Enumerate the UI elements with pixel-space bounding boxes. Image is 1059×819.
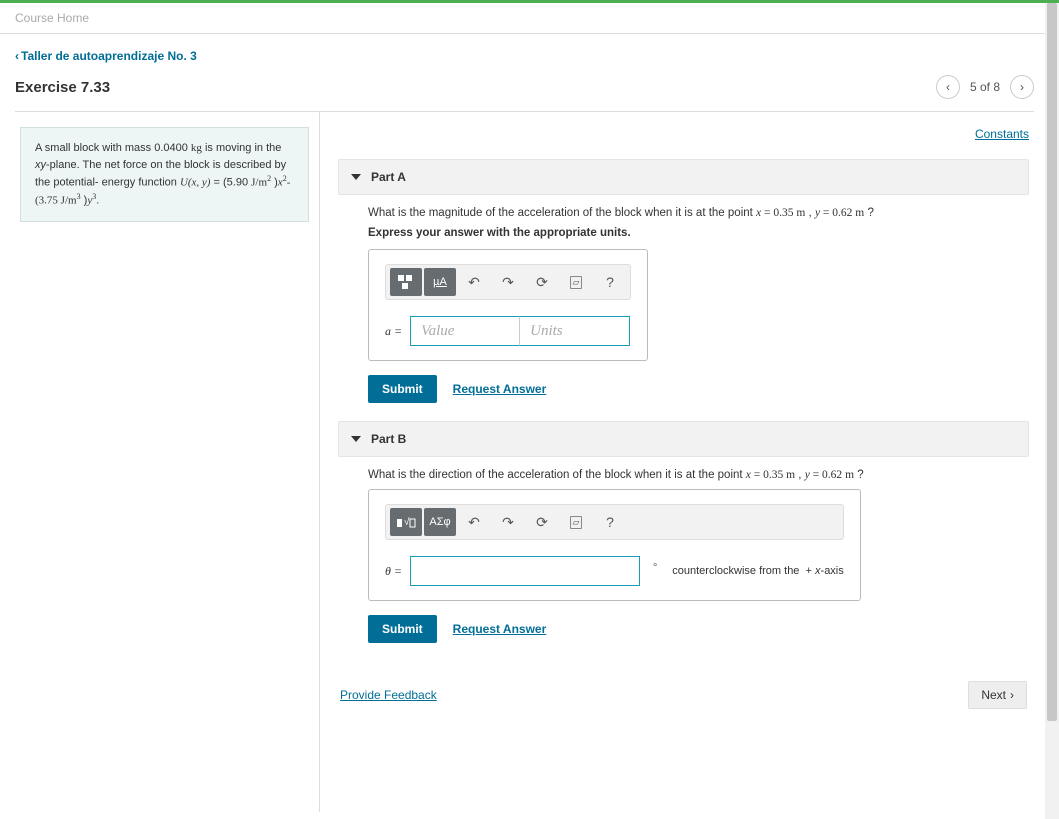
theta-input[interactable]	[410, 556, 640, 586]
part-b-answer-frame: √ ΑΣφ ↶ ↷ ⟳ ▱ ? θ = ∘	[368, 489, 861, 601]
degree-symbol: ∘	[652, 560, 658, 571]
reset-button[interactable]: ⟳	[526, 508, 558, 536]
part-b-label: Part B	[371, 432, 406, 446]
help-icon: ?	[606, 514, 614, 530]
back-breadcrumb-link[interactable]: ‹ Taller de autoaprendizaje No. 3	[15, 49, 197, 63]
redo-icon: ↷	[502, 274, 514, 291]
collapse-icon	[351, 436, 361, 442]
request-answer-link[interactable]: Request Answer	[453, 622, 547, 636]
course-home-link[interactable]: Course Home	[15, 11, 89, 25]
part-a-toolbar: µA ↶ ↷ ⟳ ▱ ?	[385, 264, 631, 300]
chevron-right-icon: ›	[1010, 688, 1014, 702]
undo-button[interactable]: ↶	[458, 508, 490, 536]
reset-button[interactable]: ⟳	[526, 268, 558, 296]
direction-suffix: counterclockwise from the + x-axis	[672, 565, 844, 577]
templates-button[interactable]	[390, 268, 422, 296]
provide-feedback-link[interactable]: Provide Feedback	[340, 688, 437, 702]
item-nav: ‹ 5 of 8 ›	[936, 75, 1034, 99]
units-input[interactable]: Units	[520, 316, 630, 346]
part-b-body: What is the direction of the acceleratio…	[338, 469, 1029, 661]
redo-button[interactable]: ↷	[492, 268, 524, 296]
next-button[interactable]: Next ›	[968, 681, 1027, 709]
page-title: Exercise 7.33	[15, 79, 110, 96]
part-a-header[interactable]: Part A	[338, 159, 1029, 195]
part-b-lhs: θ =	[385, 564, 402, 579]
part-b-toolbar: √ ΑΣφ ↶ ↷ ⟳ ▱ ?	[385, 504, 844, 540]
scrollbar-thumb[interactable]	[1047, 3, 1057, 721]
redo-button[interactable]: ↷	[492, 508, 524, 536]
part-a-answer-frame: µA ↶ ↷ ⟳ ▱ ? a = Value Units	[368, 249, 648, 361]
help-button[interactable]: ?	[594, 508, 626, 536]
item-counter: 5 of 8	[970, 80, 1000, 94]
submit-button[interactable]: Submit	[368, 375, 437, 403]
chevron-left-icon: ‹	[946, 80, 950, 94]
constants-link[interactable]: Constants	[975, 127, 1029, 141]
submit-button[interactable]: Submit	[368, 615, 437, 643]
part-a-instruction: Express your answer with the appropriate…	[368, 227, 999, 239]
templates-button[interactable]: √	[390, 508, 422, 536]
keyboard-button[interactable]: ▱	[560, 268, 592, 296]
chevron-left-icon: ‹	[15, 49, 19, 63]
value-input[interactable]: Value	[410, 316, 520, 346]
top-crumb: Course Home	[0, 3, 1059, 34]
part-a-question: What is the magnitude of the acceleratio…	[368, 207, 999, 219]
svg-text:√: √	[404, 516, 410, 528]
request-answer-link[interactable]: Request Answer	[453, 382, 547, 396]
reset-icon: ⟳	[536, 274, 548, 291]
keyboard-button[interactable]: ▱	[560, 508, 592, 536]
keyboard-icon: ▱	[570, 516, 583, 529]
problem-statement-pane: A small block with mass 0.0400 kg is mov…	[15, 112, 320, 812]
collapse-icon	[351, 174, 361, 180]
part-b-header[interactable]: Part B	[338, 421, 1029, 457]
redo-icon: ↷	[502, 514, 514, 531]
keyboard-icon: ▱	[570, 276, 583, 289]
part-a-label: Part A	[371, 170, 406, 184]
help-button[interactable]: ?	[594, 268, 626, 296]
problem-prompt: A small block with mass 0.0400 kg is mov…	[20, 127, 309, 222]
next-item-button[interactable]: ›	[1010, 75, 1034, 99]
undo-icon: ↶	[468, 514, 480, 531]
help-icon: ?	[606, 274, 614, 290]
prev-item-button[interactable]: ‹	[936, 75, 960, 99]
part-a-body: What is the magnitude of the acceleratio…	[338, 207, 1029, 421]
greek-button[interactable]: ΑΣφ	[424, 508, 456, 536]
scrollbar[interactable]	[1045, 3, 1059, 819]
part-a-lhs: a =	[385, 324, 402, 339]
breadcrumb-label: Taller de autoaprendizaje No. 3	[21, 49, 197, 63]
reset-icon: ⟳	[536, 514, 548, 531]
chevron-right-icon: ›	[1020, 80, 1024, 94]
units-button[interactable]: µA	[424, 268, 456, 296]
undo-button[interactable]: ↶	[458, 268, 490, 296]
undo-icon: ↶	[468, 274, 480, 291]
part-b-question: What is the direction of the acceleratio…	[368, 469, 999, 481]
answer-pane: Constants Part A What is the magnitude o…	[320, 112, 1034, 812]
